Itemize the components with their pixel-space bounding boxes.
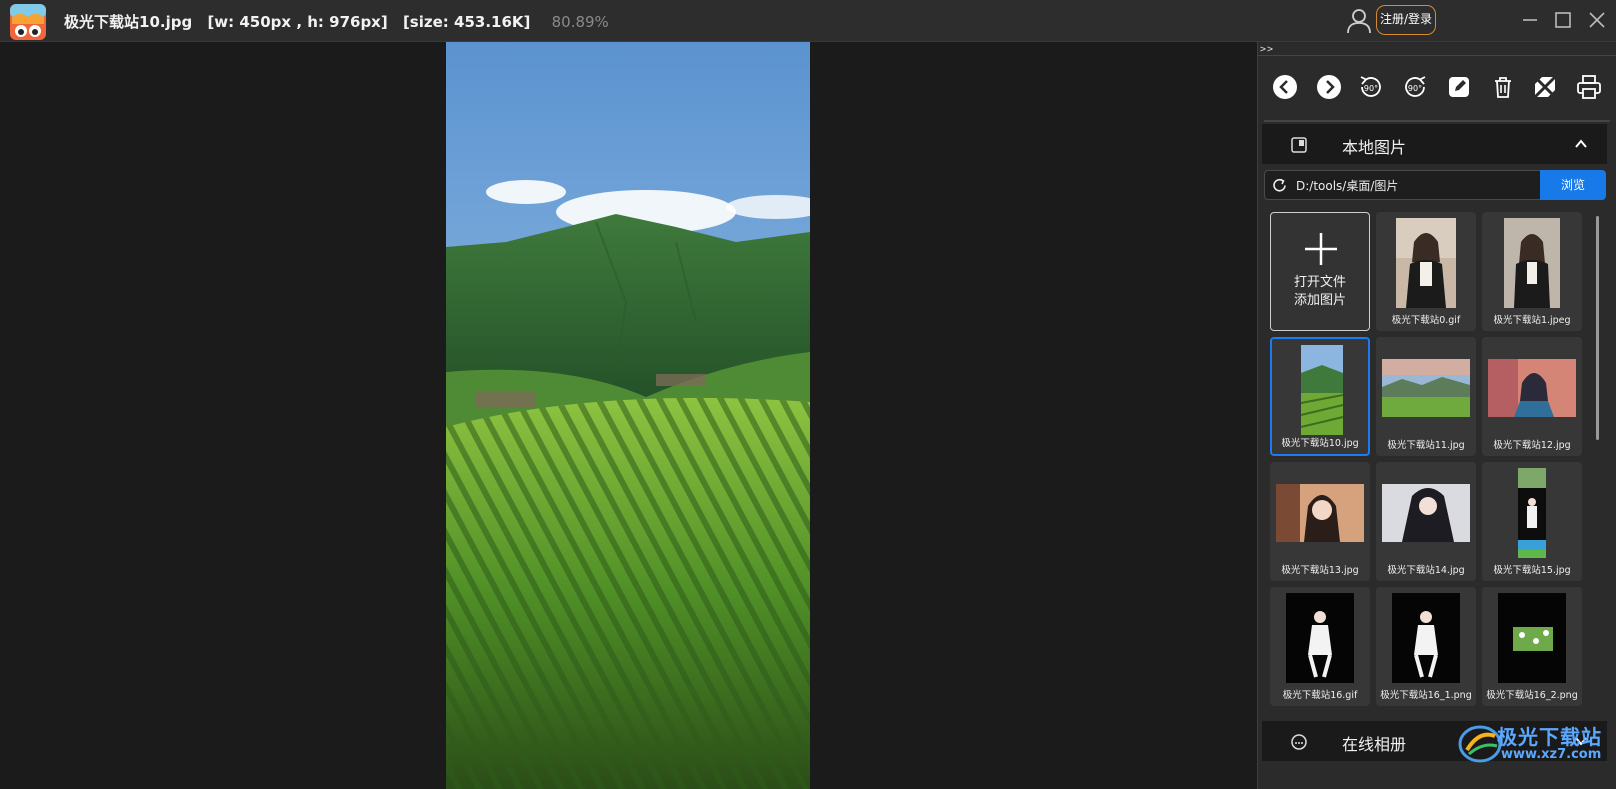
divider: [1264, 120, 1610, 122]
svg-text:90°: 90°: [1364, 84, 1378, 93]
chevron-up-icon[interactable]: [1574, 137, 1588, 151]
thumbnail-caption: 极光下载站12.jpg: [1493, 440, 1571, 451]
prev-icon[interactable]: [1270, 72, 1300, 102]
thumbnail-image: [1382, 484, 1470, 542]
online-album-label: 在线相册: [1342, 735, 1407, 754]
thumbnail-caption: 极光下载站11.jpg: [1387, 440, 1465, 451]
thumbnail-item[interactable]: 极光下载站0.gif: [1376, 212, 1476, 331]
file-size: [size: 453.16K]: [402, 13, 531, 31]
thumbnail-image: [1392, 593, 1460, 683]
watermark-url: www.xz7.com: [1501, 747, 1602, 762]
thumbnail-grid: 打开文件 添加图片 极光下载站0.gif 极光下载站1.jpeg 极光下载站10…: [1270, 212, 1588, 772]
thumbnail-item[interactable]: 极光下载站1.jpeg: [1482, 212, 1582, 331]
thumbnail-item[interactable]: 极光下载站13.jpg: [1270, 462, 1370, 581]
thumbnail-image: [1498, 593, 1566, 683]
image-viewer[interactable]: [0, 42, 1257, 789]
main-photo[interactable]: [446, 42, 810, 789]
login-register-button[interactable]: 注册/登录: [1376, 5, 1436, 35]
rotate-right-90-icon[interactable]: 90°: [1400, 72, 1430, 102]
thumbnail-image: [1518, 468, 1546, 558]
refresh-icon[interactable]: [1271, 177, 1288, 194]
thumbnail-item[interactable]: 极光下载站15.jpg: [1482, 462, 1582, 581]
local-images-label: 本地图片: [1342, 138, 1407, 157]
thumbnail-item[interactable]: 极光下载站16_1.png: [1376, 587, 1476, 706]
thumbnail-image: [1286, 593, 1354, 683]
thumbnail-caption: 极光下载站10.jpg: [1281, 438, 1359, 449]
add-tile-line2: 添加图片: [1293, 293, 1346, 308]
rotate-left-90-icon[interactable]: 90°: [1356, 72, 1386, 102]
thumbnail-caption: 极光下载站1.jpeg: [1493, 315, 1571, 326]
side-panel: >> 90° 90° 本地图片 D:/tools/桌面/图片 浏览 打开文件 添…: [1257, 42, 1616, 789]
thumbnail-image: [1276, 484, 1364, 542]
local-folder-icon: [1291, 137, 1307, 153]
title-bar: 极光下载站10.jpg [w: 450px , h: 976px] [size:…: [0, 0, 1616, 42]
local-images-header[interactable]: 本地图片: [1262, 124, 1607, 164]
plus-icon: [1305, 233, 1337, 265]
next-icon[interactable]: [1314, 72, 1344, 102]
browse-button[interactable]: 浏览: [1540, 170, 1606, 200]
maximize-icon[interactable]: [1553, 10, 1573, 30]
close-icon[interactable]: [1587, 10, 1607, 30]
thumbnail-item[interactable]: 极光下载站14.jpg: [1376, 462, 1476, 581]
delete-icon[interactable]: [1488, 72, 1518, 102]
thumbnail-caption: 极光下载站14.jpg: [1387, 565, 1465, 576]
add-tile-line1: 打开文件: [1293, 275, 1346, 290]
image-toolbar: 90° 90°: [1258, 68, 1616, 108]
folder-path-bar: D:/tools/桌面/图片 浏览: [1264, 170, 1606, 200]
watermark: 极光下载站 www.xz7.com: [1457, 720, 1611, 770]
thumbnail-item[interactable]: 极光下载站11.jpg: [1376, 337, 1476, 456]
minimize-icon[interactable]: [1520, 10, 1540, 30]
file-name: 极光下载站10.jpg: [64, 13, 193, 31]
collapse-panel-button[interactable]: >>: [1260, 44, 1274, 55]
add-image-tile[interactable]: 打开文件 添加图片: [1270, 212, 1370, 331]
folder-path[interactable]: D:/tools/桌面/图片: [1296, 177, 1398, 194]
thumbnail-caption: 极光下载站13.jpg: [1281, 565, 1359, 576]
thumbnail-image: [1488, 359, 1576, 417]
divider: [1258, 55, 1616, 56]
thumbnail-image: [1396, 218, 1456, 308]
thumbnail-item[interactable]: 极光下载站16_2.png: [1482, 587, 1582, 706]
thumbnail-image: [1504, 218, 1560, 308]
thumbnail-image: [1382, 359, 1470, 417]
print-icon[interactable]: [1574, 72, 1604, 102]
watermark-text: 极光下载站: [1497, 725, 1602, 749]
thumbnail-caption: 极光下载站16.gif: [1282, 690, 1358, 701]
thumbnail-caption: 极光下载站0.gif: [1391, 315, 1461, 326]
thumbnail-item[interactable]: 极光下载站16.gif: [1270, 587, 1370, 706]
app-logo-icon: [10, 4, 46, 40]
svg-text:90°: 90°: [1408, 84, 1422, 93]
fit-icon[interactable]: [1530, 72, 1560, 102]
thumbnail-caption: 极光下载站16_2.png: [1486, 690, 1578, 701]
edit-icon[interactable]: [1444, 72, 1474, 102]
user-icon[interactable]: [1345, 7, 1373, 35]
thumbnail-caption: 极光下载站16_1.png: [1380, 690, 1472, 701]
thumbnail-item-selected[interactable]: 极光下载站10.jpg: [1270, 337, 1370, 456]
thumbnail-item[interactable]: 极光下载站12.jpg: [1482, 337, 1582, 456]
zoom-level: 80.89%: [551, 13, 609, 31]
cloud-album-icon: [1291, 734, 1307, 750]
thumbnail-caption: 极光下载站15.jpg: [1493, 565, 1571, 576]
thumbnail-scrollbar[interactable]: [1596, 216, 1599, 440]
thumbnail-image: [1300, 345, 1344, 435]
image-dimensions: [w: 450px , h: 976px]: [207, 13, 388, 31]
window-title: 极光下载站10.jpg [w: 450px , h: 976px] [size:…: [64, 11, 609, 32]
